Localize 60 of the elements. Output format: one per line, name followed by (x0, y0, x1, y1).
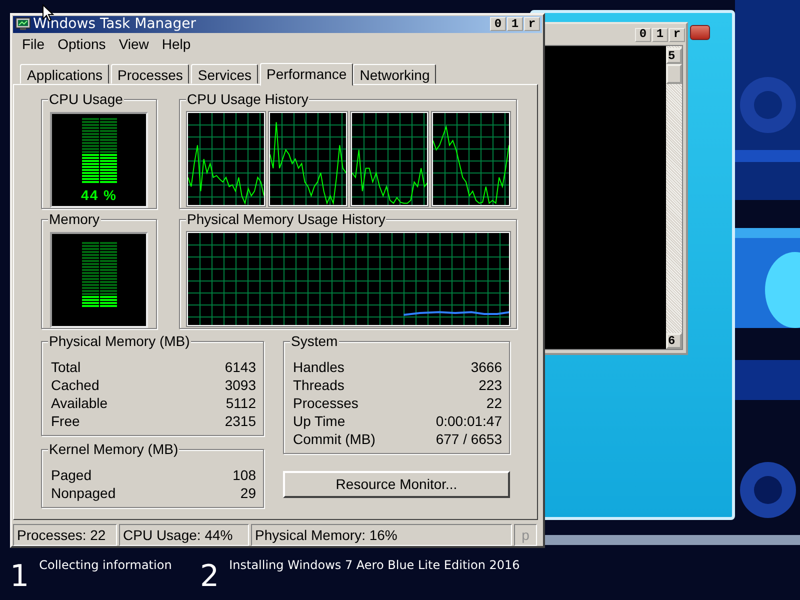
title-bar-button[interactable]: 0 (635, 28, 651, 42)
wallpaper-band (735, 360, 800, 400)
title-bar-button[interactable]: r (524, 17, 540, 32)
menu-item[interactable]: File (18, 36, 54, 52)
menu-item[interactable]: Options (54, 36, 115, 52)
menu-item[interactable]: View (114, 36, 158, 52)
status-text: CPU Usage: 44% (119, 524, 249, 546)
step-number: 2 (200, 559, 220, 595)
stat-value: 6143 (224, 358, 256, 375)
scroll-down-button[interactable]: 6 (666, 333, 682, 349)
stat-label: Processes (293, 394, 358, 411)
step-label: Installing Windows 7 Aero Blue Lite Edition 2016 (229, 558, 520, 572)
gear-drawing (740, 77, 796, 133)
stat-label: Total (51, 358, 81, 375)
scrollbar[interactable]: 5 6 (666, 46, 682, 349)
meter-reading: 44 % (81, 188, 117, 202)
stat-value: 3093 (224, 376, 256, 393)
stat-label: Free (51, 412, 80, 429)
status-text: Processes: 22 (13, 524, 117, 546)
title-bar-button[interactable]: 1 (507, 17, 523, 32)
stat-value: 0:00:01:47 (436, 412, 502, 429)
close-button[interactable] (690, 25, 710, 40)
scroll-up-button[interactable]: 5 (666, 48, 682, 64)
stat-value: 2315 (224, 412, 256, 429)
group-title: CPU Usage History (186, 90, 310, 107)
group-title: Kernel Memory (MB) (48, 440, 180, 457)
stat-value: 3666 (470, 358, 502, 375)
title-bar-button[interactable]: r (669, 28, 685, 42)
step-label: Collecting information (39, 558, 172, 572)
menu-item[interactable]: Help (158, 36, 200, 52)
status-text: Physical Memory: 16% (251, 524, 512, 546)
stat-value: 223 (478, 376, 502, 393)
monitor-icon (15, 17, 31, 32)
stat-label: Nonpaged (51, 484, 116, 501)
stat-label: Up Time (293, 412, 346, 429)
tab[interactable]: Services (190, 64, 258, 84)
stat-label: Cached (51, 376, 100, 393)
step-number: 1 (10, 559, 30, 595)
resource-monitor-button[interactable]: Resource Monitor... (283, 470, 510, 498)
stat-value: 22 (486, 394, 502, 411)
tab[interactable]: Networking (352, 64, 436, 84)
group-title: Physical Memory Usage History (186, 210, 386, 227)
stat-value: 5112 (226, 394, 256, 411)
stat-label: Threads (293, 376, 344, 393)
stat-label: Paged (51, 466, 92, 483)
stat-label: Commit (MB) (293, 430, 376, 447)
stat-label: Handles (293, 358, 344, 375)
scroll-thumb[interactable] (666, 64, 682, 84)
title-bar-button[interactable]: 1 (652, 28, 668, 42)
stat-label: Available (51, 394, 108, 411)
title-bar-button[interactable]: 0 (490, 17, 506, 32)
stat-value: 29 (240, 484, 256, 501)
stat-value: 677 / 6653 (436, 430, 502, 447)
tab[interactable]: Performance (260, 62, 353, 86)
stat-value: 108 (232, 466, 256, 483)
window-title: Windows Task Manager (33, 16, 197, 32)
tab[interactable]: Processes (110, 64, 189, 84)
gear-drawing (740, 462, 796, 518)
tab[interactable]: Applications (20, 64, 108, 84)
group-title: Physical Memory (MB) (48, 332, 191, 349)
